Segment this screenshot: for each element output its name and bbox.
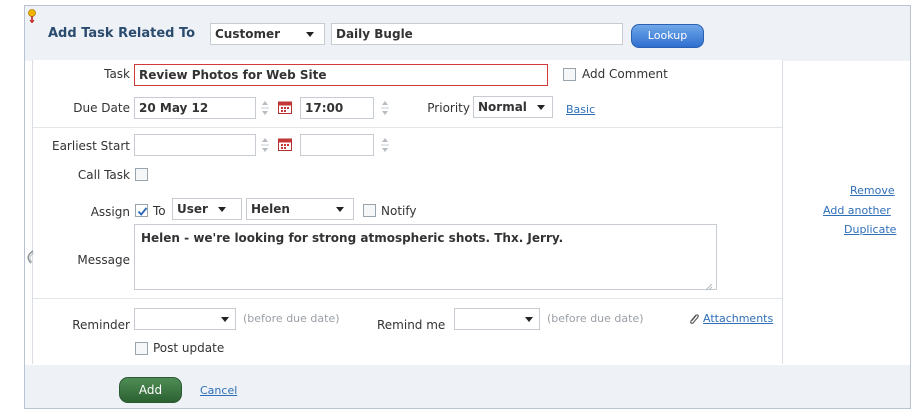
earliest-time-input[interactable]	[300, 134, 374, 156]
attachments-link[interactable]: Attachments	[703, 312, 773, 325]
calendar-icon[interactable]	[278, 100, 292, 114]
chevron-down-icon	[536, 105, 545, 110]
call-task-checkbox[interactable]	[135, 168, 148, 181]
divider	[33, 298, 782, 299]
add-comment-label: Add Comment	[582, 67, 668, 81]
reminder-label: Reminder	[72, 318, 130, 332]
assign-type-select[interactable]: User	[172, 198, 242, 220]
related-type-value: Customer	[215, 27, 281, 41]
related-type-select[interactable]: Customer	[210, 23, 325, 45]
earliest-time-spinner-icon[interactable]	[380, 136, 390, 154]
calendar-icon[interactable]	[278, 137, 292, 151]
earliest-date-input[interactable]	[134, 134, 256, 156]
remind-me-label: Remind me	[377, 318, 446, 332]
task-name-input[interactable]: Review Photos for Web Site	[134, 64, 548, 86]
chevron-down-icon	[335, 207, 344, 212]
earliest-date-spinner-icon[interactable]	[260, 136, 270, 154]
call-task-label: Call Task	[77, 168, 130, 182]
left-gutter	[0, 0, 24, 412]
remind-me-select[interactable]	[454, 308, 540, 330]
post-update-label: Post update	[153, 341, 225, 355]
assign-checkbox[interactable]	[135, 204, 148, 217]
add-comment-checkbox[interactable]	[563, 68, 576, 81]
task-pin-icon[interactable]	[27, 9, 37, 24]
due-time-spinner-icon[interactable]	[380, 99, 390, 117]
chevron-down-icon	[305, 32, 314, 37]
chevron-down-icon	[525, 317, 533, 322]
message-textarea[interactable]: Helen - we're looking for strong atmosph…	[134, 224, 717, 290]
checkmark-icon	[137, 207, 148, 216]
resize-handle-icon[interactable]	[705, 280, 713, 291]
paperclip-icon[interactable]	[688, 313, 700, 325]
remove-link[interactable]: Remove	[850, 184, 895, 197]
due-date-input[interactable]: 20 May 12	[134, 97, 256, 119]
earliest-start-label: Earliest Start	[51, 139, 130, 153]
assign-user-select[interactable]: Helen	[246, 198, 354, 220]
message-text: Helen - we're looking for strong atmosph…	[141, 231, 564, 245]
priority-value: Normal	[478, 100, 527, 114]
add-button[interactable]: Add	[119, 377, 182, 403]
resize-grip-icon[interactable]	[26, 250, 36, 264]
task-label: Task	[104, 67, 130, 81]
divider	[33, 127, 782, 128]
cancel-link[interactable]: Cancel	[200, 384, 237, 397]
lookup-button[interactable]: Lookup	[631, 24, 704, 48]
assign-type-value: User	[177, 202, 208, 216]
chevron-down-icon	[217, 207, 226, 212]
duplicate-link[interactable]: Duplicate	[844, 223, 896, 236]
add-another-link[interactable]: Add another	[823, 204, 891, 217]
priority-label: Priority	[427, 101, 470, 115]
due-date-label: Due Date	[73, 101, 130, 115]
priority-select[interactable]: Normal	[473, 96, 553, 118]
header-title: Add Task Related To	[48, 26, 196, 41]
related-name-field[interactable]: Daily Bugle	[331, 23, 623, 45]
notify-checkbox[interactable]	[363, 204, 376, 217]
post-update-checkbox[interactable]	[135, 342, 148, 355]
assign-user-value: Helen	[251, 202, 290, 216]
basic-link[interactable]: Basic	[566, 103, 595, 116]
assign-label: Assign	[90, 205, 130, 219]
remind-me-hint: (before due date)	[547, 312, 644, 325]
assign-to-label: To	[153, 204, 166, 218]
reminder-hint: (before due date)	[243, 312, 340, 325]
chevron-down-icon	[221, 317, 229, 322]
notify-label: Notify	[381, 204, 417, 218]
due-date-spinner-icon[interactable]	[260, 99, 270, 117]
message-label: Message	[77, 253, 130, 267]
reminder-select[interactable]	[134, 308, 236, 330]
due-time-input[interactable]: 17:00	[300, 97, 374, 119]
